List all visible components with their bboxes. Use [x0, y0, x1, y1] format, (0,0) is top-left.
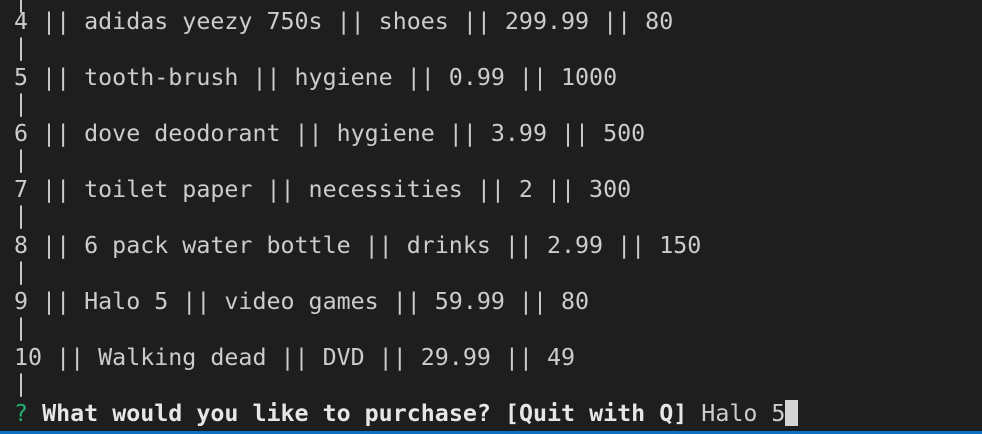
product-row: 9 || Halo 5 || video games || 59.99 || 8…: [14, 288, 590, 315]
product-row: 5 || tooth-brush || hygiene || 0.99 || 1…: [14, 64, 618, 91]
prompt-answer-input[interactable]: Halo 5: [701, 400, 785, 427]
prompt-question-mark-icon: ?: [14, 400, 29, 427]
product-row: 10 || Walking dead || DVD || 29.99 || 49: [14, 344, 576, 371]
row-separator: |: [14, 258, 29, 285]
purchase-prompt[interactable]: ? What would you like to purchase? [Quit…: [14, 400, 799, 428]
row-separator: |: [14, 34, 29, 61]
row-separator: |: [14, 202, 29, 229]
row-separator: |: [14, 90, 29, 117]
product-row: 8 || 6 pack water bottle || drinks || 2.…: [14, 232, 702, 259]
product-row: 6 || dove deodorant || hygiene || 3.99 |…: [14, 120, 646, 147]
product-row: 4 || adidas yeezy 750s || shoes || 299.9…: [14, 8, 674, 35]
row-separator: |: [14, 314, 29, 341]
row-separator: |: [14, 146, 29, 173]
terminal-window[interactable]: | 4 || adidas yeezy 750s || shoes || 299…: [0, 0, 982, 434]
text-cursor: [785, 400, 799, 426]
product-row: 7 || toilet paper || necessities || 2 ||…: [14, 176, 632, 203]
row-separator: |: [14, 370, 29, 397]
prompt-question: What would you like to purchase? [Quit w…: [42, 400, 688, 427]
